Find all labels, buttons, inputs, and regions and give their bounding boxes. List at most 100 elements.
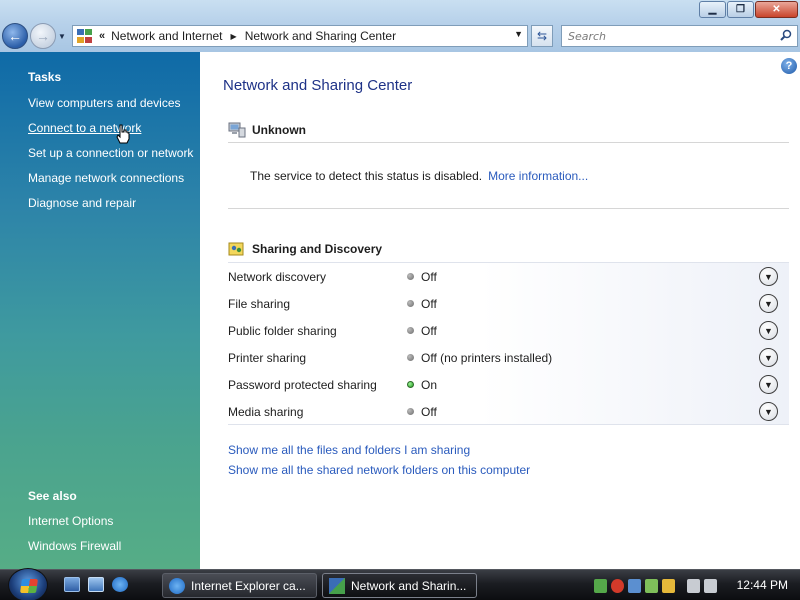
expand-media-sharing-button[interactable]: ▼ [759,402,778,421]
sharing-row-label: Public folder sharing [228,323,337,338]
sharing-row-value: Off [421,323,437,338]
status-off-icon [407,273,414,280]
sharing-row-value: On [421,377,438,392]
show-desktop-icon[interactable] [64,577,80,592]
task-view-computers[interactable]: View computers and devices [28,96,181,110]
sharing-row-public-folder-sharing: Public folder sharing Off ▼ [228,317,789,344]
expand-printer-sharing-button[interactable]: ▼ [759,348,778,367]
see-also-windows-firewall[interactable]: Windows Firewall [28,539,121,553]
volume-muted-icon[interactable] [704,579,717,593]
minimize-button[interactable]: ▁ [699,1,726,18]
sharing-row-value: Off [421,269,437,284]
sharing-row-label: Network discovery [228,269,327,284]
more-information-link[interactable]: More information... [488,169,588,183]
sharing-row-label: Password protected sharing [228,377,377,392]
system-clock[interactable]: 12:44 PM [737,578,788,592]
page-title: Network and Sharing Center [223,77,413,94]
network-disconnected-icon[interactable] [687,579,700,593]
forward-button[interactable]: → [30,23,56,49]
taskbar-button-internet-explorer[interactable]: Internet Explorer ca... [162,573,317,598]
status-on-icon [407,381,414,388]
chevron-down-icon: ▼ [764,352,773,363]
task-pane: Tasks View computers and devices Connect… [0,52,200,569]
tasks-heading: Tasks [28,70,62,84]
sharing-row-label: File sharing [228,296,291,311]
sharing-row-printer-sharing: Printer sharing Off (no printers install… [228,344,789,371]
sharing-row-password-protected-sharing: Password protected sharing On ▼ [228,371,789,398]
taskbar-button-label: Network and Sharin... [351,578,467,593]
close-button[interactable]: ✕ [755,1,798,18]
hand-cursor-icon [116,124,130,144]
security-center-icon[interactable] [594,579,607,593]
main-content: ? Network and Sharing Center Unknown The… [200,52,800,569]
sharing-row-file-sharing: File sharing Off ▼ [228,290,789,317]
status-off-icon [407,354,414,361]
search-input[interactable]: Search [561,25,798,47]
task-manage-connections[interactable]: Manage network connections [28,171,184,185]
control-panel-icon [329,577,345,594]
taskbar: Internet Explorer ca... Network and Shar… [0,568,800,600]
task-setup-connection[interactable]: Set up a connection or network [28,146,193,160]
section-divider [228,208,789,209]
start-button[interactable] [8,568,48,600]
task-diagnose-repair[interactable]: Diagnose and repair [28,196,136,210]
help-icon: ? [785,60,793,72]
breadcrumb-network-and-internet[interactable]: Network and Internet [111,29,222,43]
network-section-header: Unknown [228,122,306,138]
chevron-down-icon: ▼ [764,271,773,282]
network-name: Unknown [252,123,306,137]
sharing-heading: Sharing and Discovery [252,242,383,256]
expand-password-protected-sharing-button[interactable]: ▼ [759,375,778,394]
show-shared-folders-link[interactable]: Show me all the shared network folders o… [228,463,530,477]
breadcrumb-overflow[interactable]: « [99,30,105,42]
section-divider [228,142,789,143]
status-off-icon [407,327,414,334]
sharing-discovery-icon [228,242,244,256]
switch-windows-icon[interactable] [88,577,104,592]
back-arrow-icon: ← [8,28,22,44]
chevron-down-icon: ▼ [764,325,773,336]
update-icon[interactable] [645,579,658,593]
breadcrumb-network-and-sharing-center[interactable]: Network and Sharing Center [245,29,396,43]
address-dropdown-icon[interactable]: ▼ [514,29,523,39]
network-status-text: The service to detect this status is dis… [250,169,483,183]
refresh-button[interactable]: ⇆ [531,25,553,47]
sharing-row-label: Media sharing [228,404,304,419]
recent-pages-dropdown[interactable]: ▼ [58,32,66,41]
title-bar: ▁ ❐ ✕ ← → ▼ « Network and Internet ▶ Net… [0,0,800,52]
taskbar-button-label: Internet Explorer ca... [191,578,306,593]
help-button[interactable]: ? [781,58,797,74]
sharing-row-label: Printer sharing [228,350,307,365]
expand-file-sharing-button[interactable]: ▼ [759,294,778,313]
status-off-icon [407,300,414,307]
forward-arrow-icon: → [36,28,50,44]
breadcrumb-separator-icon[interactable]: ▶ [231,32,237,41]
network-tray-icon[interactable] [628,579,641,593]
maximize-button[interactable]: ❐ [727,1,754,18]
refresh-icon: ⇆ [536,29,548,43]
chevron-down-icon: ▼ [764,379,773,390]
network-computer-icon [228,122,246,138]
show-shared-files-link[interactable]: Show me all the files and folders I am s… [228,443,470,457]
sharing-row-network-discovery: Network discovery Off ▼ [228,263,789,290]
window-controls: ▁ ❐ ✕ [699,1,798,18]
alert-icon[interactable] [662,579,675,593]
sharing-row-value: Off [421,404,437,419]
blocked-icon[interactable] [611,579,624,593]
sharing-settings-list: Network discovery Off ▼ File sharing Off… [228,262,789,425]
back-button[interactable]: ← [2,23,28,49]
sharing-section-header: Sharing and Discovery [228,241,382,257]
taskbar-button-network-sharing[interactable]: Network and Sharin... [322,573,477,598]
see-also-heading: See also [28,489,77,503]
sharing-row-value: Off (no printers installed) [421,350,553,365]
sharing-row-value: Off [421,296,437,311]
internet-explorer-icon[interactable] [112,577,128,592]
network-status: The service to detect this status is dis… [250,169,588,183]
sharing-row-media-sharing: Media sharing Off ▼ [228,398,789,425]
expand-public-folder-sharing-button[interactable]: ▼ [759,321,778,340]
search-icon[interactable] [780,29,792,41]
expand-network-discovery-button[interactable]: ▼ [759,267,778,286]
see-also-internet-options[interactable]: Internet Options [28,514,113,528]
address-bar[interactable]: « Network and Internet ▶ Network and Sha… [72,25,528,47]
search-placeholder: Search [568,29,607,43]
